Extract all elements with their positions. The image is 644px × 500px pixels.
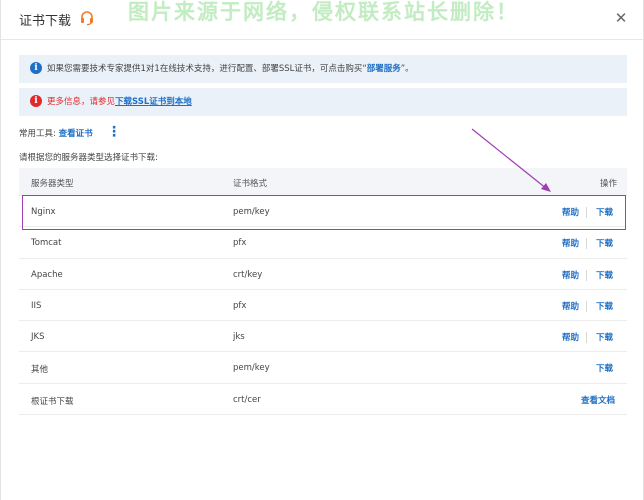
server-type: 其他 bbox=[31, 365, 49, 376]
table-header: 服务器类型 证书格式 操作 bbox=[19, 168, 627, 196]
server-type: IIS bbox=[31, 300, 42, 311]
info-notice-body: 如果您需要技术专家提供1对1在线技术支持，进行配置、部署SSL证书，可点击购买“ bbox=[47, 64, 367, 74]
download-link[interactable]: 下载 bbox=[596, 269, 613, 281]
info-notice-text: 如果您需要技术专家提供1对1在线技术支持，进行配置、部署SSL证书，可点击购买“… bbox=[47, 62, 414, 74]
close-icon[interactable]: ✕ bbox=[613, 10, 629, 26]
header-cert-format: 证书格式 bbox=[233, 179, 268, 189]
certificate-download-dialog: 证书下载 图片来源于网络，侵权联系站长删除！ ✕ i 如果您需要技术专家提供1对… bbox=[0, 0, 644, 500]
headset-icon[interactable] bbox=[79, 10, 95, 26]
dialog-title: 证书下载 bbox=[19, 14, 72, 29]
info-icon: i bbox=[30, 62, 42, 74]
select-server-hint: 请根据您的服务器类型选择证书下载: bbox=[19, 153, 158, 163]
table-row: 其他 pem/key 下载 bbox=[19, 352, 627, 384]
cert-format: crt/key bbox=[233, 269, 263, 280]
header-server-type: 服务器类型 bbox=[31, 179, 74, 189]
table-row: 根证书下载 crt/cer 查看文档 bbox=[19, 384, 627, 416]
server-type: JKS bbox=[31, 332, 45, 343]
server-type: Tomcat bbox=[31, 238, 62, 249]
more-info-notice: i 更多信息，请参见下载SSL证书到本地 bbox=[19, 88, 627, 116]
table-row: Apache crt/key 帮助 下载 bbox=[19, 259, 627, 290]
certificate-table: 服务器类型 证书格式 操作 Nginx pem/key 帮助 下载 Tomcat… bbox=[19, 168, 627, 416]
divider bbox=[586, 300, 587, 312]
cert-format: jks bbox=[233, 332, 245, 343]
view-docs-link[interactable]: 查看文档 bbox=[581, 394, 615, 406]
view-certificate-link[interactable]: 查看证书 bbox=[59, 129, 93, 139]
header-action: 操作 bbox=[599, 179, 617, 189]
table-row: Tomcat pfx 帮助 下载 bbox=[19, 227, 627, 259]
cert-format: pem/key bbox=[233, 363, 270, 374]
dialog-header: 证书下载 图片来源于网络，侵权联系站长删除！ ✕ bbox=[1, 0, 643, 40]
common-tools-label: 常用工具: bbox=[19, 129, 56, 139]
info-icon: i bbox=[30, 95, 42, 107]
server-type: Apache bbox=[31, 269, 63, 280]
download-link[interactable]: 下载 bbox=[596, 206, 613, 218]
table-row: IIS pfx 帮助 下载 bbox=[19, 290, 627, 322]
download-link[interactable]: 下载 bbox=[596, 362, 613, 374]
watermark: 图片来源于网络，侵权联系站长删除！ bbox=[128, 0, 519, 24]
help-link[interactable]: 帮助 bbox=[562, 300, 579, 312]
cert-format: pem/key bbox=[233, 207, 270, 217]
server-type: 根证书下载 bbox=[31, 396, 74, 407]
common-tools: 常用工具: 查看证书 bbox=[19, 127, 93, 139]
deploy-service-link[interactable]: 部署服务 bbox=[367, 64, 401, 74]
divider bbox=[586, 269, 587, 281]
more-info-text: 更多信息，请参见下载SSL证书到本地 bbox=[47, 95, 192, 107]
cert-format: crt/cer bbox=[233, 394, 261, 405]
server-type: Nginx bbox=[31, 207, 56, 217]
more-info-label: 更多信息，请参见 bbox=[47, 97, 116, 107]
cert-format: pfx bbox=[233, 238, 247, 249]
help-link[interactable]: 帮助 bbox=[562, 331, 579, 343]
divider bbox=[586, 207, 587, 218]
more-vertical-icon[interactable]: ⋮ bbox=[107, 124, 121, 140]
cert-format: pfx bbox=[233, 300, 247, 311]
help-link[interactable]: 帮助 bbox=[562, 206, 579, 218]
info-notice: i 如果您需要技术专家提供1对1在线技术支持，进行配置、部署SSL证书，可点击购… bbox=[19, 55, 627, 83]
divider bbox=[586, 238, 587, 250]
table-row: JKS jks 帮助 下载 bbox=[19, 321, 627, 353]
download-link[interactable]: 下载 bbox=[596, 237, 613, 249]
divider bbox=[586, 332, 587, 344]
download-ssl-local-link[interactable]: 下载SSL证书到本地 bbox=[115, 97, 192, 107]
help-link[interactable]: 帮助 bbox=[562, 237, 579, 249]
download-link[interactable]: 下载 bbox=[596, 331, 613, 343]
help-link[interactable]: 帮助 bbox=[562, 269, 579, 281]
table-row: Nginx pem/key 帮助 下载 bbox=[19, 196, 627, 228]
download-link[interactable]: 下载 bbox=[596, 300, 613, 312]
info-notice-suffix: ”。 bbox=[400, 64, 414, 74]
